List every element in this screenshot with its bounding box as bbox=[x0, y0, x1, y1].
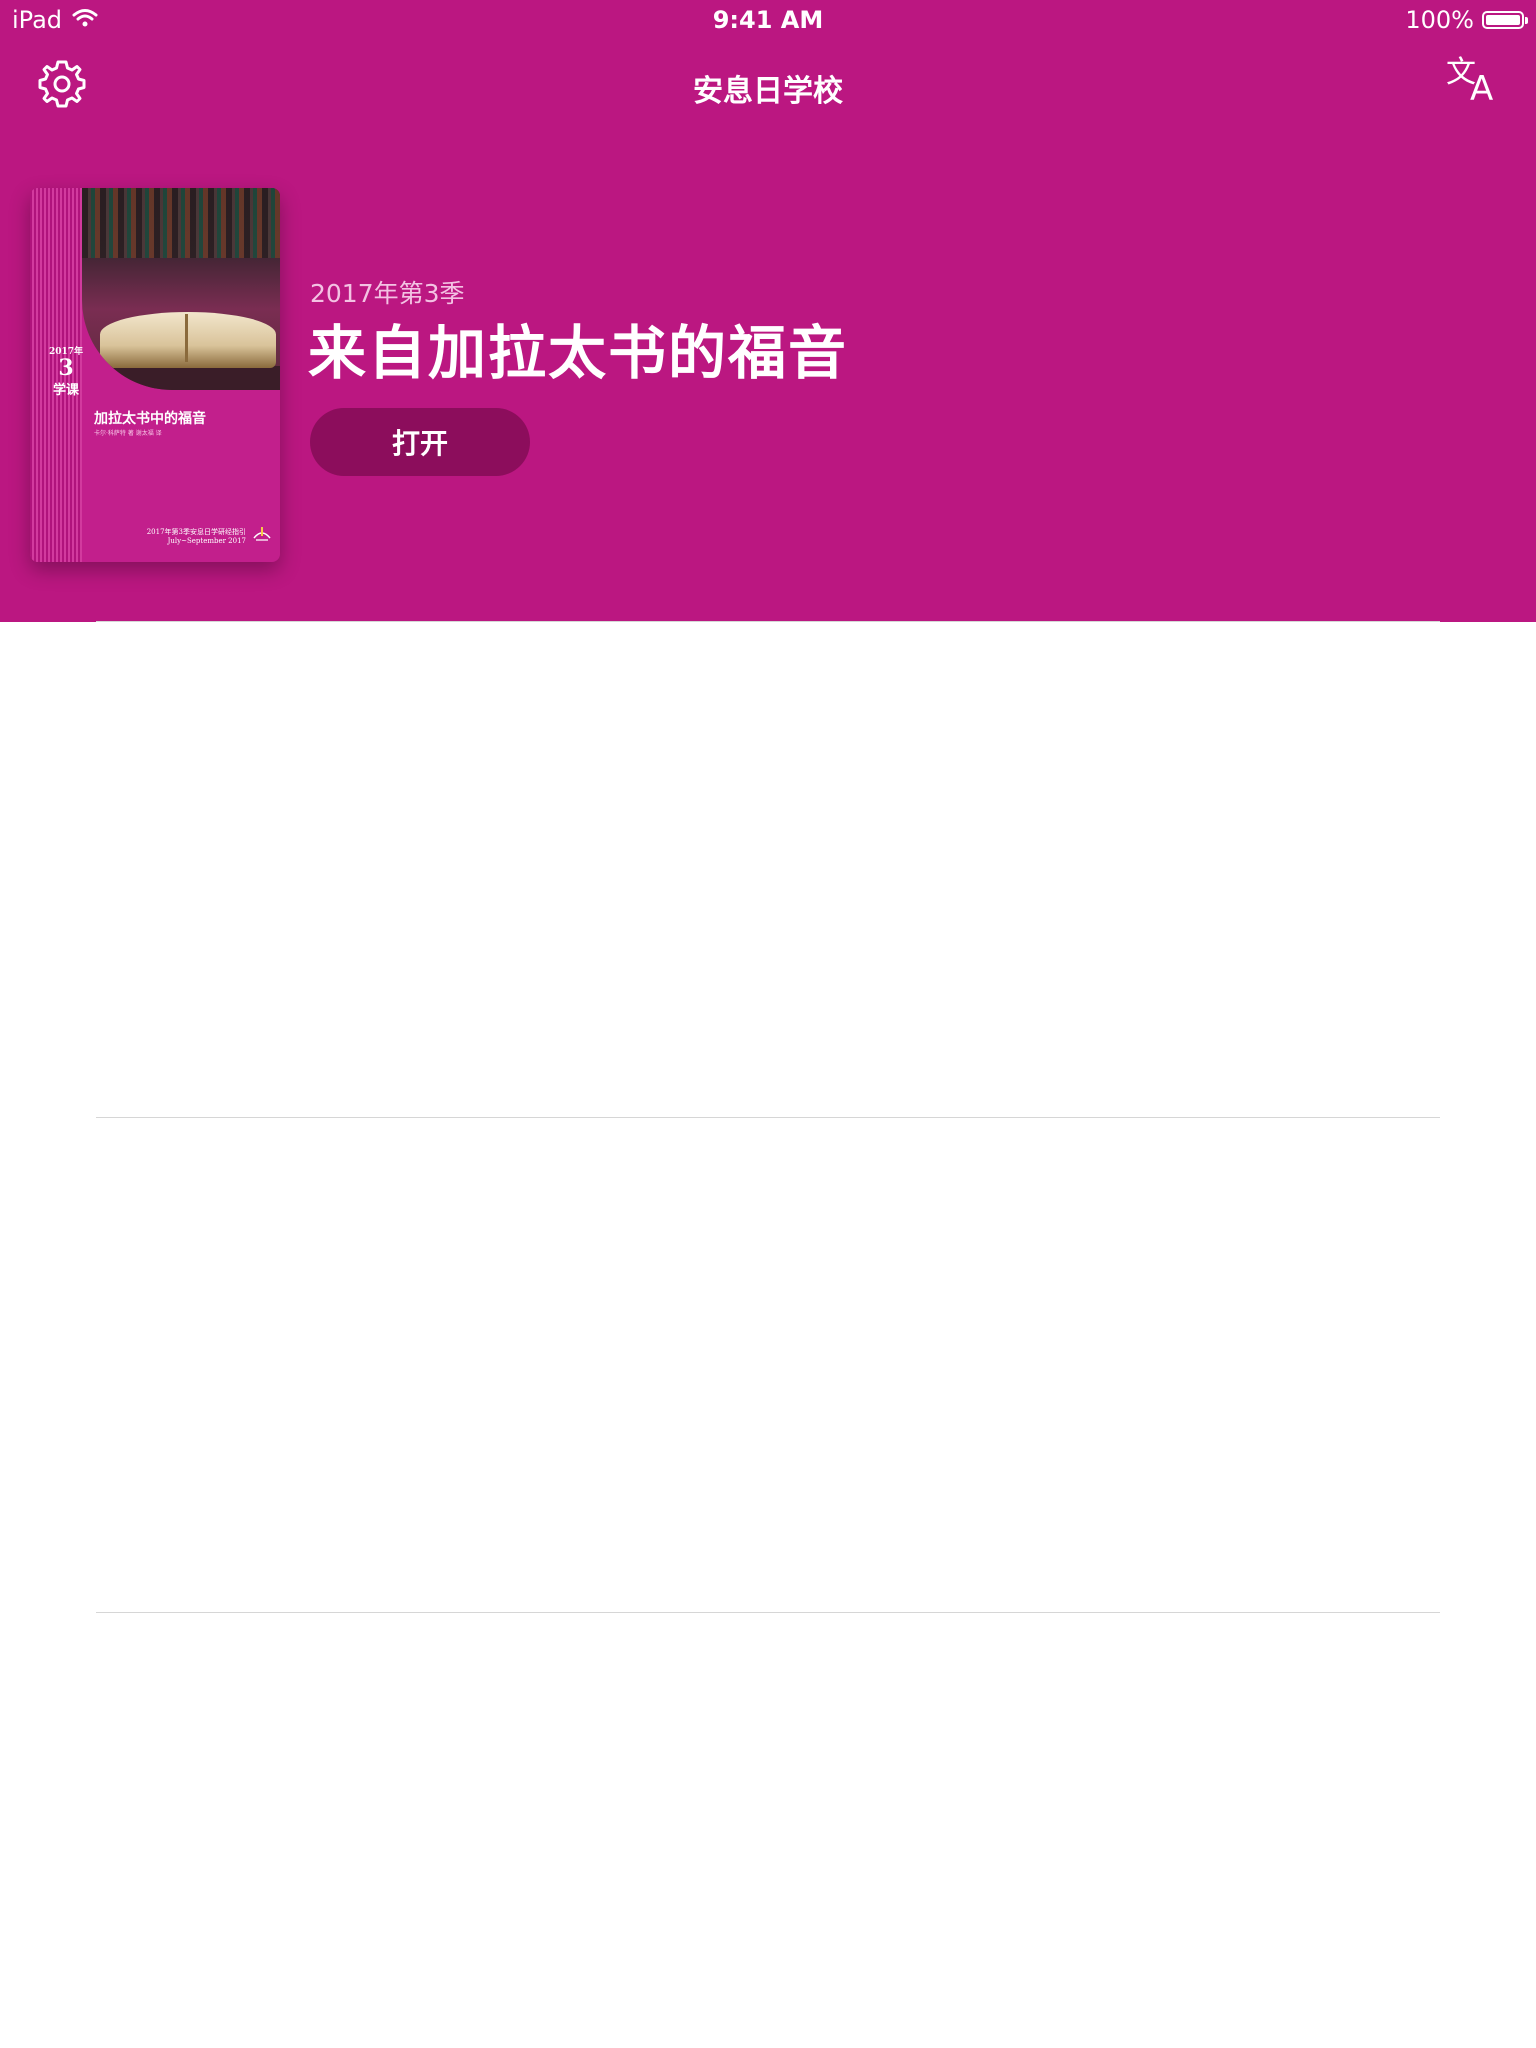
translate-glyph-b: A bbox=[1470, 69, 1494, 109]
cover-footer-line1: 2017年第3季安息日学研经指引 bbox=[146, 528, 246, 536]
cover-lesson-label: 学课 bbox=[52, 383, 79, 398]
cover-title: 加拉太书中的福音 bbox=[94, 411, 206, 427]
status-right: 100% bbox=[1405, 6, 1528, 34]
church-logo-icon bbox=[253, 527, 271, 541]
cover-authors: 卡尔·科萨特 著 谢太福 译 bbox=[94, 430, 162, 437]
cover-footer: 2017年第3季安息日学研经指引 July~September 2017 bbox=[147, 528, 246, 546]
status-time: 9:41 AM bbox=[712, 6, 824, 34]
cover-quarter-badge: 2017年 3 学课 bbox=[46, 344, 86, 398]
cover-quarter-number: 3 bbox=[58, 355, 74, 381]
battery-icon bbox=[1482, 11, 1528, 29]
battery-percent: 100% bbox=[1405, 6, 1474, 34]
divider bbox=[96, 621, 1440, 622]
divider bbox=[96, 1117, 1440, 1118]
open-button[interactable]: 打开 bbox=[310, 408, 530, 476]
page-title: 安息日学校 bbox=[693, 74, 843, 109]
quarter-label: 2017年第3季 bbox=[310, 279, 465, 308]
language-button[interactable]: 文 A bbox=[1440, 56, 1504, 112]
quarterly-cover[interactable]: 2017年 3 学课 加拉太书中的福音 卡尔·科萨特 著 谢太福 译 2017年… bbox=[30, 188, 280, 562]
hero-banner: iPad 9:41 AM 100% 安息日学校 文 A 2017年 3 学课 加… bbox=[0, 0, 1536, 622]
lesson-title: 来自加拉太书的福音 bbox=[308, 319, 849, 387]
cover-footer-line2: July~September 2017 bbox=[167, 537, 246, 545]
status-bar: iPad 9:41 AM 100% bbox=[0, 0, 1536, 40]
cover-photo bbox=[82, 188, 280, 390]
divider bbox=[96, 1612, 1440, 1613]
